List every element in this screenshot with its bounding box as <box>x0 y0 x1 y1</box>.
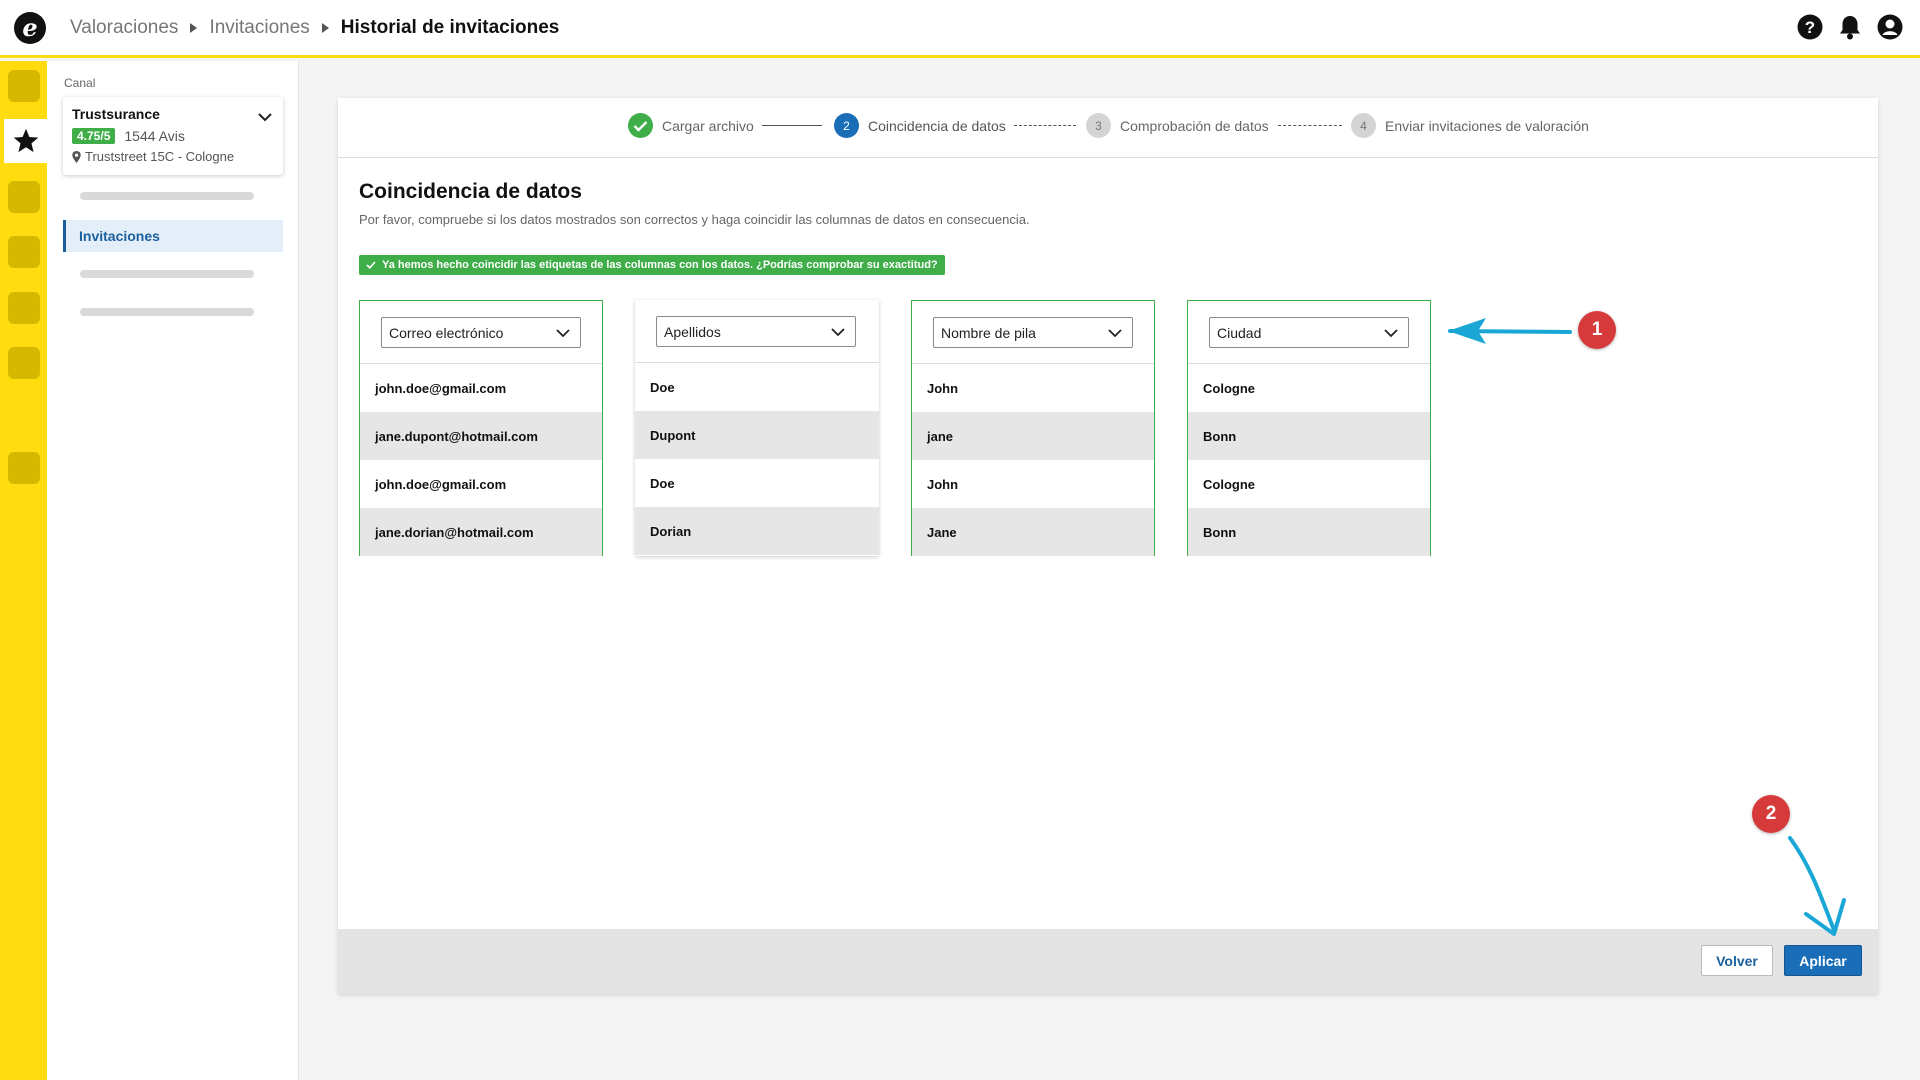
annotation-arrow-2 <box>1788 836 1846 936</box>
annotation-badge-1: 1 <box>1578 311 1616 349</box>
annotation-arrows <box>1448 318 1846 936</box>
annotation-badge-2: 2 <box>1752 795 1790 833</box>
annotation-arrow-1 <box>1448 318 1572 344</box>
